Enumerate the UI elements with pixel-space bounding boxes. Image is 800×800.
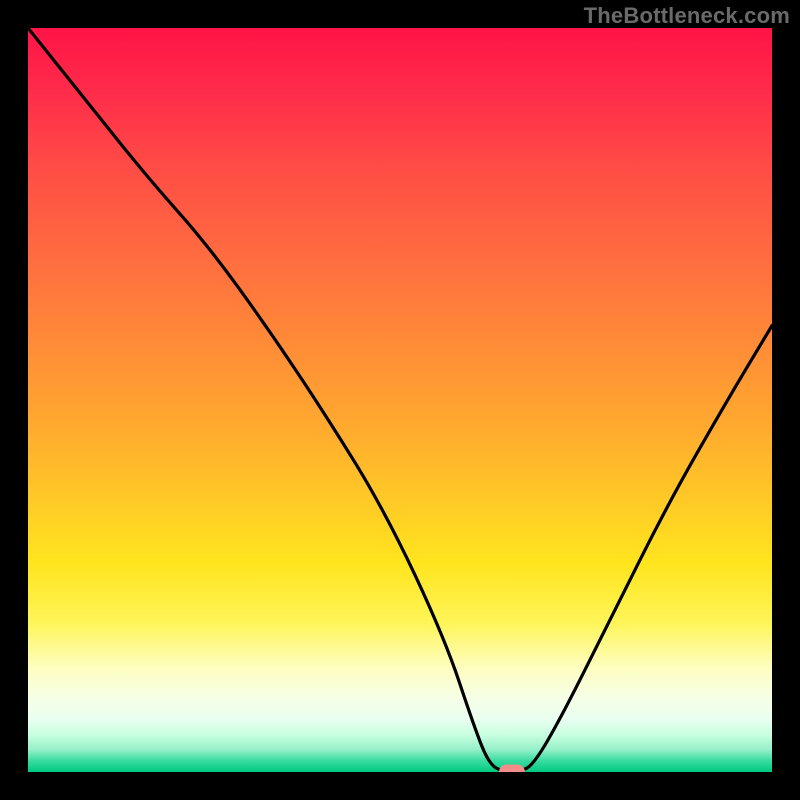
optimal-marker <box>499 765 525 773</box>
plot-area <box>28 28 772 772</box>
curve-svg <box>28 28 772 772</box>
bottleneck-curve <box>28 28 772 772</box>
watermark-label: TheBottleneck.com <box>584 3 790 29</box>
chart-frame: TheBottleneck.com <box>0 0 800 800</box>
